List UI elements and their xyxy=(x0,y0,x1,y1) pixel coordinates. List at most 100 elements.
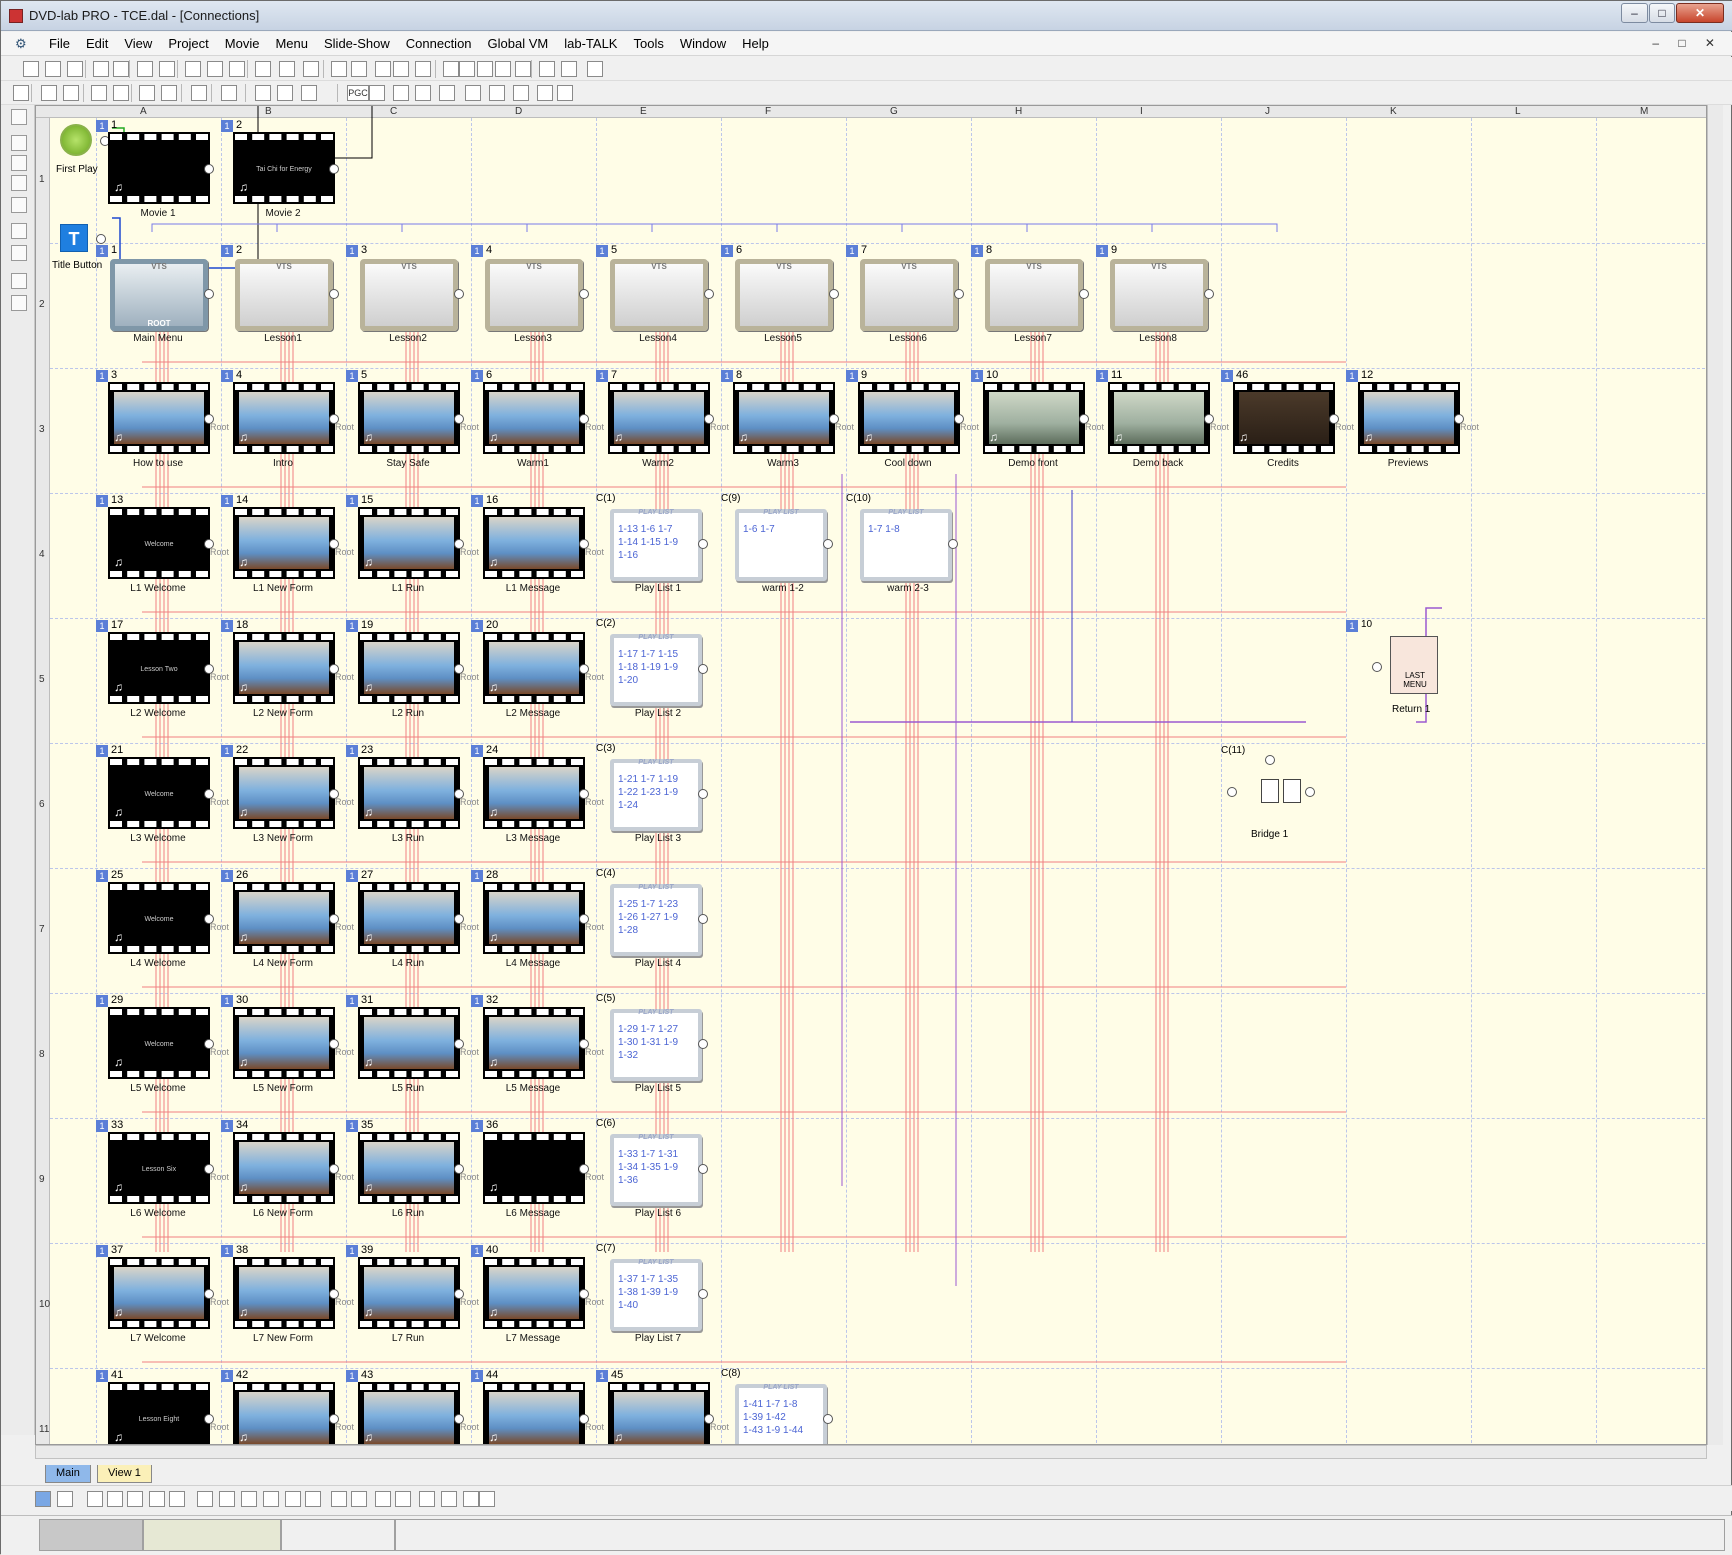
tool-icon[interactable] xyxy=(11,155,27,171)
toolbar-icon[interactable] xyxy=(67,61,83,77)
input-port[interactable] xyxy=(1227,787,1237,797)
toolbar-icon[interactable] xyxy=(255,61,271,77)
toolbar-icon[interactable] xyxy=(395,1491,411,1507)
toolbar-icon[interactable] xyxy=(35,1491,51,1507)
toolbar-icon[interactable] xyxy=(137,61,153,77)
movie-node[interactable]: 1 32 ♫ Root L5 Message xyxy=(471,994,604,1097)
toolbar-icon[interactable] xyxy=(351,61,367,77)
toolbar-icon[interactable] xyxy=(479,1491,495,1507)
menu-movie[interactable]: Movie xyxy=(217,36,268,52)
toolbar-icon[interactable] xyxy=(107,1491,123,1507)
menu-node[interactable]: 1 1 VTS ROOT Main Menu xyxy=(96,244,220,347)
output-port[interactable] xyxy=(698,789,708,799)
movie-node[interactable]: 1 16 ♫ Root L1 Message xyxy=(471,494,604,597)
tab-view-1[interactable]: View 1 xyxy=(97,1465,152,1483)
movie-node[interactable]: 1 12 ♫ Root Previews xyxy=(1346,369,1479,472)
output-port[interactable] xyxy=(698,664,708,674)
output-port[interactable] xyxy=(1079,289,1089,299)
movie-node[interactable]: 1 38 ♫ Root L7 New Form xyxy=(221,1244,354,1347)
movie-node[interactable]: 1 20 ♫ Root L2 Message xyxy=(471,619,604,722)
toolbar-icon[interactable] xyxy=(561,61,577,77)
movie-node[interactable]: 1 5 ♫ Root Stay Safe xyxy=(346,369,479,472)
connections-canvas[interactable]: ABCDEFGHIJKLM 1 2 3 4 5 6 7 8 9 10 11 First Play T T… xyxy=(35,105,1707,1445)
toolbar-icon[interactable] xyxy=(537,85,553,101)
movie-node[interactable]: 1 42 ♫ Root xyxy=(221,1369,354,1444)
movie-node[interactable]: 1 40 ♫ Root L7 Message xyxy=(471,1244,604,1347)
toolbar-icon[interactable] xyxy=(513,85,529,101)
toolbar-icon[interactable] xyxy=(185,61,201,77)
movie-node[interactable]: 1 19 ♫ Root L2 Run xyxy=(346,619,479,722)
toolbar-icon[interactable] xyxy=(331,61,347,77)
movie-node[interactable]: 1 17 Lesson Two ♫ Root L2 Welcome xyxy=(96,619,229,722)
playlist-node[interactable]: C(6) PLAY LIST 1-33 1-7 1-31 1-34 1-35 1-9… xyxy=(596,1118,720,1222)
toolbar-icon[interactable] xyxy=(255,85,271,101)
toolbar-icon[interactable] xyxy=(229,61,245,77)
toolbar-icon[interactable] xyxy=(393,61,409,77)
movie-node[interactable]: 1 28 ♫ Root L4 Message xyxy=(471,869,604,972)
menu-node[interactable]: 1 8 VTS Lesson7 xyxy=(971,244,1095,347)
movie-node[interactable]: 1 41 Lesson Eight ♫ Root xyxy=(96,1369,229,1444)
movie-node[interactable]: 1 26 ♫ Root L4 New Form xyxy=(221,869,354,972)
document-icon[interactable]: ⚙ xyxy=(15,36,33,52)
menu-node[interactable]: 1 2 VTS Lesson1 xyxy=(221,244,345,347)
output-port[interactable] xyxy=(204,164,214,174)
toolbar-icon[interactable] xyxy=(515,61,531,77)
toolbar-icon[interactable] xyxy=(263,1491,279,1507)
toolbar-icon[interactable] xyxy=(159,61,175,77)
movie-node[interactable]: 1 33 Lesson Six ♫ Root L6 Welcome xyxy=(96,1119,229,1222)
toolbar-icon[interactable] xyxy=(459,61,475,77)
movie-node[interactable]: 1 13 Welcome ♫ Root L1 Welcome xyxy=(96,494,229,597)
movie-node[interactable]: 1 35 ♫ Root L6 Run xyxy=(346,1119,479,1222)
movie-node[interactable]: 1 2 Tai Chi for Energy ♫ Movie 2 xyxy=(221,119,345,222)
toolbar-icon[interactable] xyxy=(161,85,177,101)
toolbar-icon[interactable] xyxy=(169,1491,185,1507)
movie-node[interactable]: 1 30 ♫ Root L5 New Form xyxy=(221,994,354,1097)
output-port[interactable] xyxy=(579,289,589,299)
menu-help[interactable]: Help xyxy=(734,36,777,52)
toolbar-icon[interactable] xyxy=(87,1491,103,1507)
output-port[interactable] xyxy=(823,1414,833,1424)
toolbar-icon[interactable] xyxy=(305,1491,321,1507)
toolbar-icon[interactable] xyxy=(375,61,391,77)
movie-node[interactable]: 1 9 ♫ Root Cool down xyxy=(846,369,979,472)
movie-node[interactable]: 1 27 ♫ Root L4 Run xyxy=(346,869,479,972)
horizontal-scrollbar[interactable] xyxy=(35,1445,1707,1459)
movie-node[interactable]: 1 4 ♫ Root Intro xyxy=(221,369,354,472)
mdi-controls[interactable]: – □ ✕ xyxy=(1652,36,1723,50)
tool-icon[interactable] xyxy=(11,245,27,261)
toolbar-icon[interactable] xyxy=(149,1491,165,1507)
output-port[interactable] xyxy=(1204,289,1214,299)
movie-node[interactable]: 1 43 ♫ Root xyxy=(346,1369,479,1444)
toolbar-icon[interactable] xyxy=(375,1491,391,1507)
tab-main[interactable]: Main xyxy=(45,1465,91,1483)
playlist-node[interactable]: C(10) PLAY LIST 1-7 1-8 warm 2-3 xyxy=(846,493,970,597)
bridge-node[interactable]: C(11) Bridge 1 xyxy=(1221,745,1345,845)
toolbar-icon[interactable] xyxy=(221,85,237,101)
maximize-button[interactable]: □ xyxy=(1649,3,1675,23)
movie-node[interactable]: 1 37 ♫ Root L7 Welcome xyxy=(96,1244,229,1347)
movie-node[interactable]: 1 15 ♫ Root L1 Run xyxy=(346,494,479,597)
movie-node[interactable]: 1 22 ♫ Root L3 New Form xyxy=(221,744,354,847)
menu-node[interactable]: 1 5 VTS Lesson4 xyxy=(596,244,720,347)
menu-connection[interactable]: Connection xyxy=(398,36,480,52)
output-port[interactable] xyxy=(698,1164,708,1174)
toolbar-icon[interactable] xyxy=(303,61,319,77)
menu-edit[interactable]: Edit xyxy=(78,36,116,52)
menu-node[interactable]: 1 3 VTS Lesson2 xyxy=(346,244,470,347)
movie-node[interactable]: 1 14 ♫ Root L1 New Form xyxy=(221,494,354,597)
toolbar-icon[interactable] xyxy=(285,1491,301,1507)
movie-node[interactable]: 1 1 ♫ Movie 1 xyxy=(96,119,220,222)
movie-node[interactable]: 1 29 Welcome ♫ Root L5 Welcome xyxy=(96,994,229,1097)
close-button[interactable]: ✕ xyxy=(1676,3,1724,23)
playlist-node[interactable]: C(9) PLAY LIST 1-6 1-7 warm 1-2 xyxy=(721,493,845,597)
menu-slide-show[interactable]: Slide-Show xyxy=(316,36,398,52)
toolbar-icon[interactable]: PGC xyxy=(347,85,369,101)
movie-node[interactable]: 1 31 ♫ Root L5 Run xyxy=(346,994,479,1097)
playlist-node[interactable]: C(8) PLAY LIST 1-41 1-7 1-8 1-39 1-42 1-43… xyxy=(721,1368,845,1444)
menu-node[interactable]: 1 6 VTS Lesson5 xyxy=(721,244,845,347)
output-port[interactable] xyxy=(698,914,708,924)
output-port[interactable] xyxy=(329,289,339,299)
menu-project[interactable]: Project xyxy=(160,36,216,52)
toolbar-icon[interactable] xyxy=(495,61,511,77)
toolbar-icon[interactable] xyxy=(587,61,603,77)
